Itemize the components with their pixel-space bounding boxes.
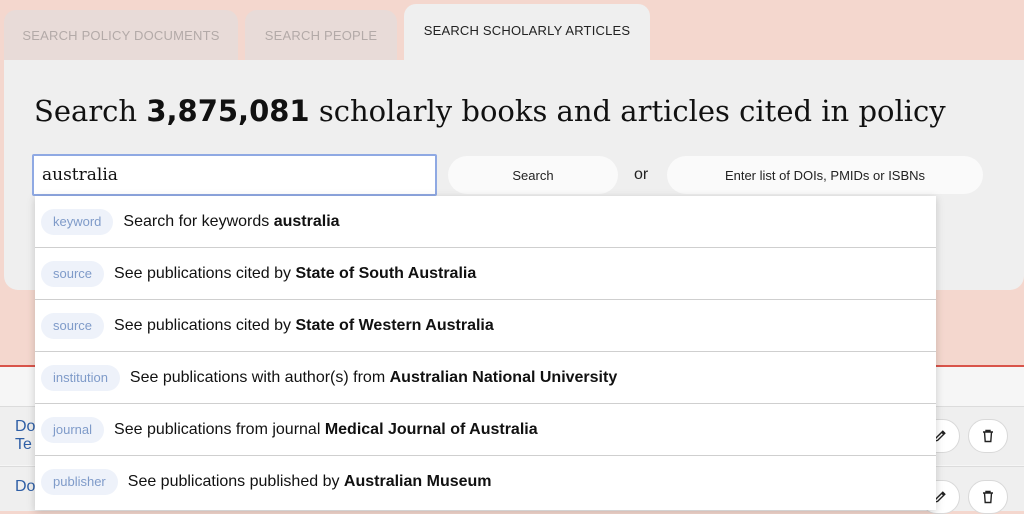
tab-search-scholarly-articles[interactable]: SEARCH SCHOLARLY ARTICLES [404, 4, 650, 64]
delete-button[interactable] [968, 419, 1008, 453]
suggestion-item[interactable]: publisher See publications published by … [35, 456, 936, 508]
suggestion-prefix: See publications cited by [114, 316, 292, 334]
suggestion-badge: keyword [41, 208, 114, 235]
suggestion-item[interactable]: keyword Search for keywords australia [35, 196, 936, 248]
suggestion-text: Search for keywords australia [123, 213, 339, 231]
search-input[interactable] [32, 154, 437, 196]
suggestion-target: Medical Journal of Australia [324, 420, 538, 438]
suggestion-target: Australian National University [389, 368, 618, 386]
suggestion-prefix: Search for keywords [123, 212, 270, 230]
trash-icon [983, 429, 993, 443]
tab-search-people[interactable]: SEARCH PEOPLE [245, 10, 397, 61]
suggestion-text: See publications from journal Medical Jo… [114, 421, 538, 439]
row-title-fragment[interactable]: Te [15, 436, 32, 454]
suggestion-target: State of South Australia [295, 264, 477, 282]
suggestion-prefix: See publications with author(s) from [129, 368, 386, 386]
enter-dois-button[interactable]: Enter list of DOIs, PMIDs or ISBNs [667, 156, 983, 194]
delete-button[interactable] [968, 480, 1008, 514]
suggestion-prefix: See publications cited by [114, 264, 292, 282]
suggestion-text: See publications with author(s) from Aus… [130, 369, 617, 387]
row-title-fragment[interactable]: Do [15, 478, 35, 496]
suggestion-badge: source [41, 312, 105, 339]
headline-suffix: scholarly books and articles cited in po… [318, 94, 946, 128]
search-button[interactable]: Search [448, 156, 618, 194]
suggestion-text: See publications cited by State of South… [114, 265, 476, 283]
suggestion-badge: publisher [41, 469, 118, 495]
suggestion-item[interactable]: institution See publications with author… [35, 352, 936, 404]
suggestion-prefix: See publications published by [127, 473, 340, 490]
suggestions-dropdown: keyword Search for keywords australia so… [35, 196, 936, 510]
tab-search-policy-documents[interactable]: SEARCH POLICY DOCUMENTS [4, 10, 238, 61]
suggestion-text: See publications published by Australian… [128, 473, 492, 491]
row-title-fragment[interactable]: Do [15, 418, 35, 436]
suggestion-badge: institution [41, 364, 120, 391]
suggestion-target: Australian Museum [343, 473, 492, 490]
suggestion-item[interactable]: journal See publications from journal Me… [35, 404, 936, 456]
suggestion-badge: source [41, 260, 105, 287]
suggestion-target: State of Western Australia [295, 316, 494, 334]
trash-icon [983, 490, 993, 504]
suggestion-prefix: See publications from journal [114, 420, 321, 438]
page-title: Search 3,875,081 scholarly books and art… [34, 94, 946, 128]
suggestion-item[interactable]: source See publications cited by State o… [35, 248, 936, 300]
headline-prefix: Search [34, 94, 138, 128]
suggestion-text: See publications cited by State of Weste… [114, 317, 494, 335]
article-count: 3,875,081 [146, 94, 310, 128]
or-label: or [634, 166, 649, 183]
suggestion-target: australia [273, 212, 340, 230]
suggestion-badge: journal [41, 416, 105, 443]
suggestion-item[interactable]: source See publications cited by State o… [35, 300, 936, 352]
